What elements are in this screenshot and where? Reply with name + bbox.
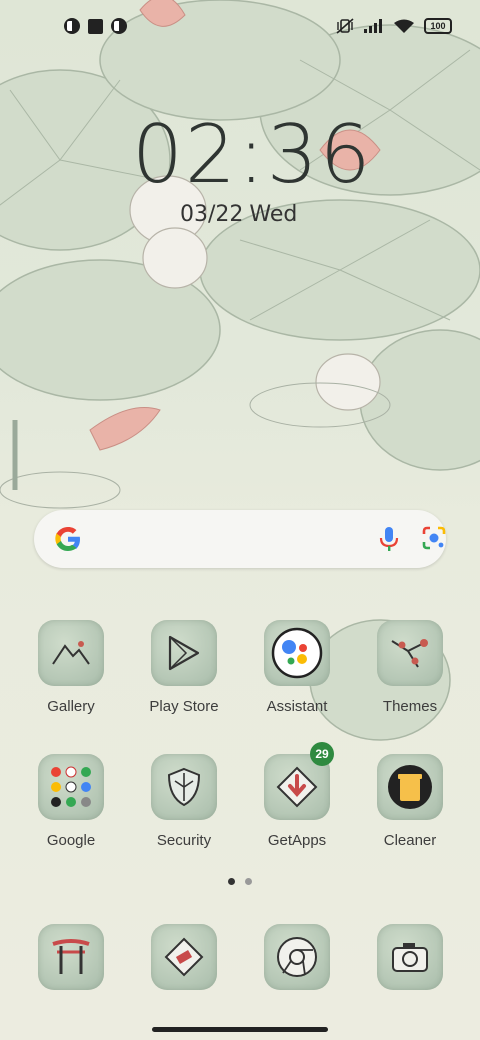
app-themes[interactable]: Themes [354, 620, 466, 715]
torii-gate-icon [38, 924, 104, 990]
clock-time[interactable]: 02:36 [132, 108, 373, 201]
clock-date[interactable]: 03/22 Wed [180, 202, 297, 227]
app-getapps[interactable]: 29 GetApps [241, 742, 353, 849]
play-icon [151, 620, 217, 686]
mountains-icon [38, 620, 104, 686]
notification-badge: 29 [310, 742, 334, 766]
signal-icon [364, 19, 382, 33]
dock-chrome[interactable] [241, 924, 353, 990]
dock-messages[interactable] [128, 924, 240, 990]
app-label: Google [46, 832, 96, 849]
app-gallery[interactable]: Gallery [15, 620, 127, 715]
lens-icon[interactable] [420, 524, 448, 552]
assistant-icon [264, 620, 330, 686]
square-icon [88, 18, 103, 34]
app-security[interactable]: Security [128, 754, 240, 849]
status-bar: 100 [0, 0, 480, 56]
trash-icon [377, 754, 443, 820]
vibrate-off-icon [336, 18, 354, 34]
messages-icon [151, 924, 217, 990]
app-label: GetApps [267, 832, 327, 849]
dock-camera[interactable] [354, 924, 466, 990]
app-label: Security [156, 832, 212, 849]
app-label: Assistant [266, 698, 328, 715]
weekday-text: Wed [249, 202, 298, 227]
notification-icon [64, 18, 80, 34]
app-label: Cleaner [383, 832, 437, 849]
folder-icon [38, 754, 104, 820]
app-google-folder[interactable]: Google [15, 754, 127, 849]
dock-phone[interactable] [15, 924, 127, 990]
download-arrow-icon: 29 [264, 742, 334, 820]
app-assistant[interactable]: Assistant [241, 620, 353, 715]
app-label: Themes [382, 698, 438, 715]
google-search-bar[interactable] [34, 510, 446, 568]
chrome-icon [264, 924, 330, 990]
app-cleaner[interactable]: Cleaner [354, 754, 466, 849]
plum-blossom-icon [377, 620, 443, 686]
camera-icon [377, 924, 443, 990]
app-play-store[interactable]: Play Store [128, 620, 240, 715]
wifi-icon [394, 19, 414, 33]
date-text: 03/22 [180, 202, 244, 227]
shield-icon [151, 754, 217, 820]
battery-icon: 100 [424, 18, 452, 34]
app-label: Gallery [47, 698, 95, 715]
app-label: Play Store [149, 698, 219, 715]
page-indicator [228, 878, 252, 885]
page-dot [245, 878, 252, 885]
notification-icon [111, 18, 127, 34]
google-logo-icon[interactable] [52, 523, 84, 555]
mic-icon[interactable] [376, 525, 402, 553]
gesture-navigation-bar[interactable] [152, 1027, 328, 1032]
page-dot-active [228, 878, 235, 885]
